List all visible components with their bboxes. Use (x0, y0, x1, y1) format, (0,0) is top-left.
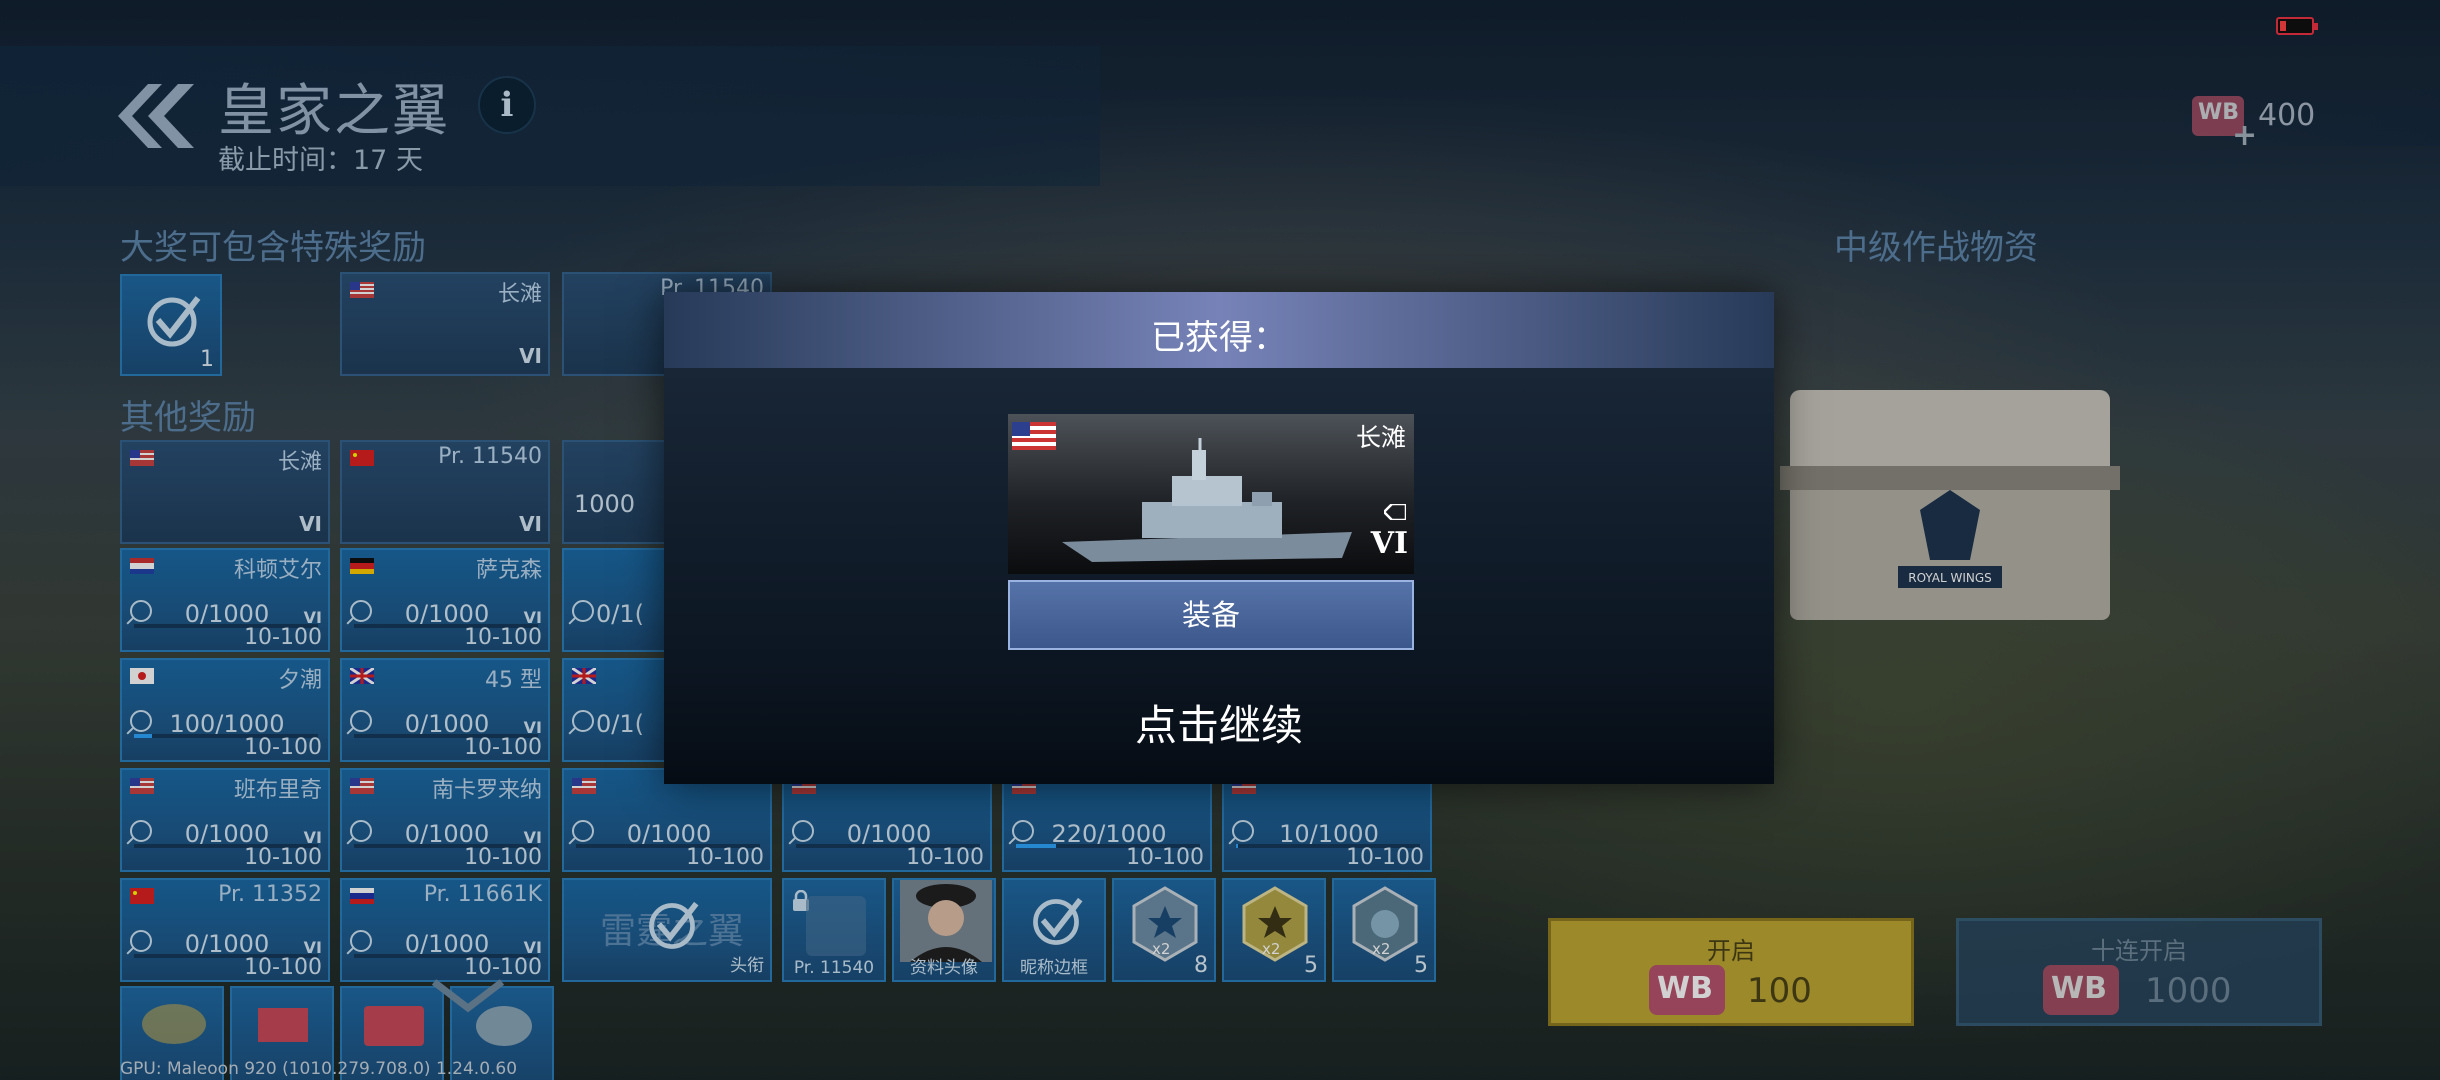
equip-button[interactable]: 装备 (1008, 580, 1414, 650)
modal-header: 已获得： (664, 292, 1774, 368)
us-flag-icon (1012, 422, 1056, 450)
reward-ship-name: 长滩 (1355, 423, 1406, 452)
modal-title: 已获得： (1151, 318, 1287, 358)
ship-class-icon (1384, 504, 1406, 520)
reward-ship-tier: VI (1370, 526, 1408, 561)
reward-modal[interactable]: 已获得： 长滩 VI 装备 点击继续 (664, 292, 1774, 784)
ship-image (1062, 438, 1352, 562)
tap-to-continue[interactable]: 点击继续 (664, 692, 1774, 753)
reward-ship-card: 长滩 VI (1008, 414, 1414, 574)
